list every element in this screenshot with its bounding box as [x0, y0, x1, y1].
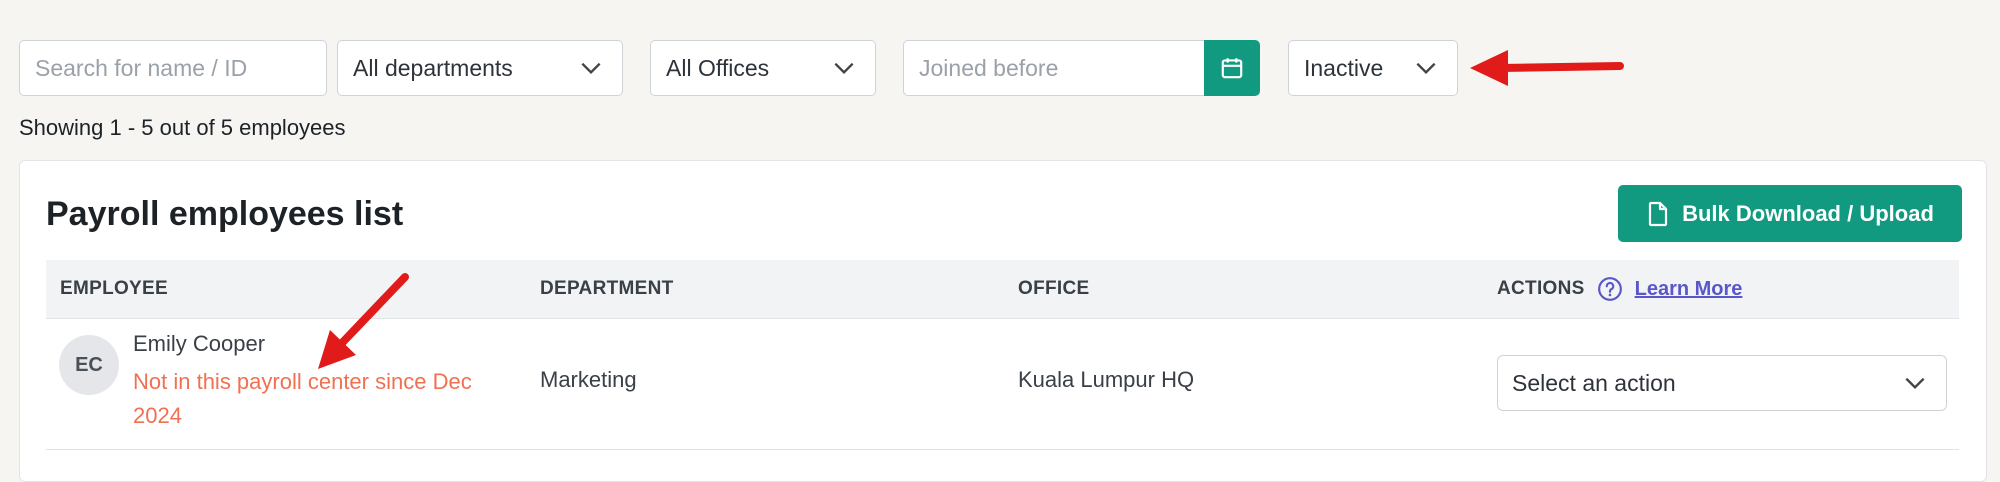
- calendar-icon: [1221, 58, 1243, 79]
- page-title: Payroll employees list: [46, 195, 404, 233]
- calendar-button[interactable]: [1204, 40, 1260, 96]
- chevron-down-icon: [1416, 62, 1436, 75]
- help-icon[interactable]: [1597, 276, 1623, 302]
- employee-department: Marketing: [540, 367, 637, 392]
- results-summary: Showing 1 - 5 out of 5 employees: [19, 115, 346, 140]
- header-department: DEPARTMENT: [540, 278, 674, 299]
- table-row: EC Emily Cooper Not in this payroll cent…: [46, 319, 1959, 450]
- search-placeholder: Search for name / ID: [35, 54, 248, 81]
- bulk-download-upload-button[interactable]: Bulk Download / Upload: [1618, 185, 1962, 242]
- status-select[interactable]: Inactive: [1288, 40, 1458, 96]
- joined-before-placeholder: Joined before: [919, 54, 1059, 81]
- office-select[interactable]: All Offices: [650, 40, 876, 96]
- file-icon: [1649, 201, 1668, 226]
- header-employee: EMPLOYEE: [60, 278, 168, 299]
- payroll-card: Payroll employees list Bulk Download / U…: [19, 160, 1987, 482]
- search-input[interactable]: Search for name / ID: [19, 40, 327, 96]
- annotation-arrow-status: [1470, 50, 1624, 86]
- action-select-placeholder: Select an action: [1512, 369, 1676, 396]
- chevron-down-icon: [834, 62, 854, 75]
- table-header: EMPLOYEE DEPARTMENT OFFICE ACTIONS Learn…: [46, 260, 1959, 319]
- chevron-down-icon: [581, 62, 601, 75]
- employee-office: Kuala Lumpur HQ: [1018, 367, 1195, 392]
- joined-before-input[interactable]: Joined before: [903, 40, 1204, 96]
- header-actions: ACTIONS Learn More: [1497, 260, 1742, 318]
- employee-name[interactable]: Emily Cooper: [133, 331, 265, 357]
- header-office: OFFICE: [1018, 278, 1090, 299]
- status-value: Inactive: [1304, 54, 1384, 81]
- avatar: EC: [59, 335, 119, 395]
- chevron-down-icon: [1905, 377, 1925, 390]
- department-select[interactable]: All departments: [337, 40, 623, 96]
- action-select[interactable]: Select an action: [1497, 355, 1947, 411]
- department-value: All departments: [353, 54, 513, 81]
- bulk-button-label: Bulk Download / Upload: [1682, 200, 1934, 226]
- employee-status-note: Not in this payroll center since Dec 202…: [133, 369, 472, 428]
- header-actions-label: ACTIONS: [1497, 278, 1585, 299]
- office-value: All Offices: [666, 54, 770, 81]
- learn-more-link[interactable]: Learn More: [1635, 278, 1743, 301]
